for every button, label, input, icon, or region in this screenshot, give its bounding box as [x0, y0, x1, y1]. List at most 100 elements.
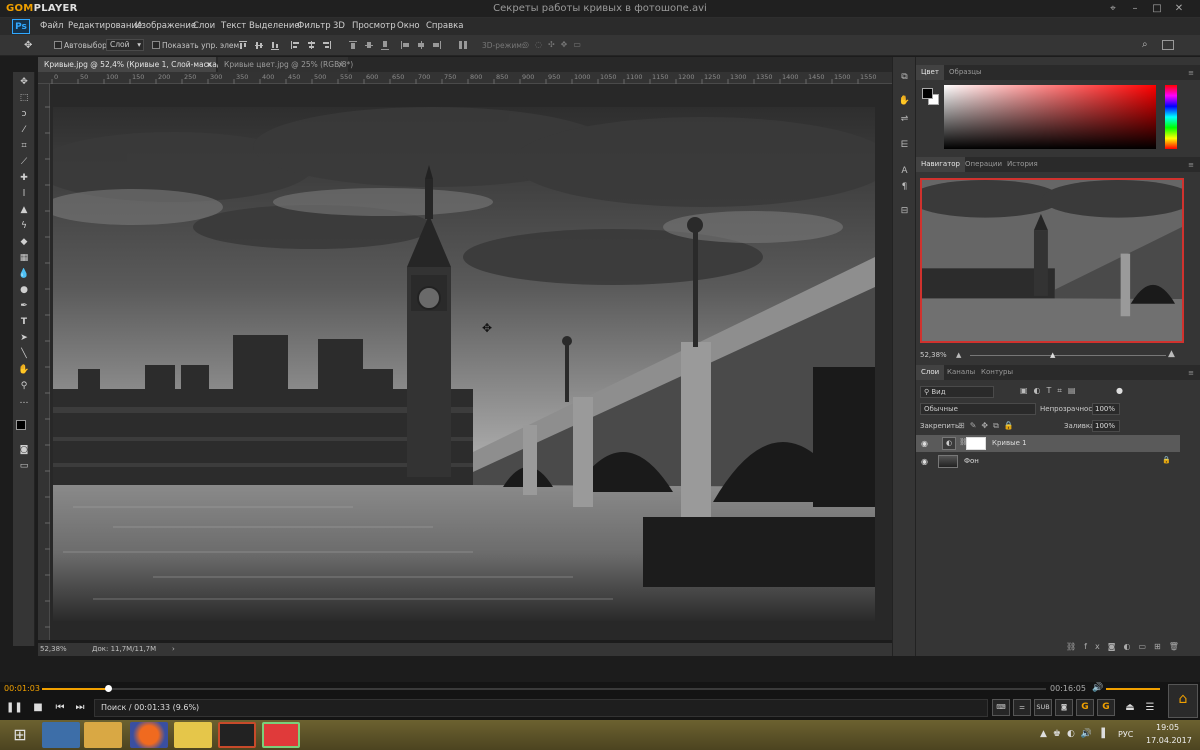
pin-icon[interactable]: ⌖ — [1104, 2, 1122, 16]
close-icon[interactable]: ✕ — [1170, 2, 1188, 16]
3d-mode-icons[interactable]: ◎◌✣✥▭ — [522, 40, 596, 51]
subtitle-icon[interactable]: ⌨ — [992, 699, 1010, 716]
marquee-tool-icon[interactable]: ⬚ — [17, 91, 31, 105]
paragraph-panel-icon[interactable]: ¶ — [898, 181, 911, 194]
zoom-tool-icon[interactable]: ⚲ — [17, 379, 31, 393]
adjustments-panel-icon[interactable]: ⇌ — [898, 113, 911, 126]
clock-time[interactable]: 19:05 — [1156, 723, 1179, 732]
windows-start-icon[interactable]: ⊞ — [8, 724, 32, 746]
gom-g-button[interactable]: G — [1076, 699, 1094, 716]
subtitles-button[interactable]: SUB — [1034, 699, 1052, 716]
more-tools-icon[interactable]: … — [17, 394, 31, 408]
tab-channels[interactable]: Каналы — [942, 365, 980, 380]
line-tool-icon[interactable]: ╲ — [17, 347, 31, 361]
pen-tool-icon[interactable]: ✒ — [17, 299, 31, 313]
layer-row-curves[interactable]: ◉ ◐ ⛓ Кривые 1 — [916, 435, 1180, 452]
align-top-icon[interactable] — [238, 40, 248, 50]
distribute-hcenter-icon[interactable] — [416, 40, 426, 50]
gom-app-icon[interactable] — [174, 722, 212, 748]
navigator-preview[interactable] — [920, 178, 1184, 343]
clock-date[interactable]: 17.04.2017 — [1146, 736, 1192, 745]
gomlab-home-icon[interactable]: ⌂ — [1168, 684, 1198, 718]
capture-icon[interactable]: ◙ — [1055, 699, 1073, 716]
eye-icon[interactable]: ◉ — [921, 457, 928, 466]
zoom-slider-thumb[interactable]: ▲ — [1050, 351, 1055, 359]
explorer-app-icon[interactable] — [84, 722, 122, 748]
workspace-icon[interactable] — [1162, 40, 1174, 50]
eyedropper-tool-icon[interactable]: ⟋ — [17, 155, 31, 169]
tab-actions[interactable]: Операции — [960, 157, 1007, 172]
properties-panel-icon[interactable]: ⊟ — [898, 205, 911, 218]
menu-type[interactable]: Текст — [221, 21, 246, 31]
autoselect-checkbox[interactable] — [54, 41, 62, 49]
brush-tool-icon[interactable]: ⅼ — [17, 187, 31, 201]
layer-filter-icons[interactable]: ▣◐T⌗▤ — [1020, 386, 1082, 396]
layers-footer-icons[interactable]: ⛓fx◙◐▭⊞🗑 — [1066, 642, 1187, 651]
zoom-in-icon[interactable]: ▲ — [1168, 349, 1175, 359]
blur-tool-icon[interactable]: 💧 — [17, 267, 31, 281]
foreground-color-swatch[interactable] — [922, 88, 933, 99]
foreground-color-swatch[interactable] — [16, 420, 26, 430]
brush-panel-icon[interactable]: ⋿ — [898, 139, 911, 152]
align-vcenter-icon[interactable] — [254, 40, 264, 50]
panel-menu-icon[interactable]: ≡ — [1188, 369, 1194, 377]
show-controls-checkbox[interactable] — [152, 41, 160, 49]
move-tool-icon[interactable]: ✥ — [17, 75, 31, 89]
layer-name[interactable]: Кривые 1 — [992, 439, 1027, 447]
menu-layers[interactable]: Слои — [193, 21, 215, 31]
menu-help[interactable]: Справка — [426, 21, 463, 31]
equalizer-icon[interactable]: ⚌ — [1013, 699, 1031, 716]
previous-icon[interactable]: ⏮ — [52, 700, 68, 716]
next-icon[interactable]: ⏭ — [72, 700, 88, 716]
seek-thumb[interactable] — [105, 685, 113, 692]
firefox-app-icon[interactable] — [130, 722, 168, 748]
tab-color[interactable]: Цвет — [916, 65, 944, 80]
menu-filter[interactable]: Фильтр — [297, 21, 331, 31]
history-brush-tool-icon[interactable]: ϟ — [17, 219, 31, 233]
panel-menu-icon[interactable]: ≡ — [1188, 161, 1194, 169]
gom-g-button-2[interactable]: G — [1097, 699, 1115, 716]
tab-paths[interactable]: Контуры — [976, 365, 1018, 380]
distribute-left-icon[interactable] — [400, 40, 410, 50]
menu-3d[interactable]: 3D — [333, 21, 345, 31]
path-select-tool-icon[interactable]: ➤ — [17, 331, 31, 345]
tab-history[interactable]: История — [1002, 157, 1043, 172]
menu-icon[interactable]: ☰ — [1142, 700, 1158, 716]
document-image[interactable] — [53, 107, 875, 621]
menu-view[interactable]: Просмотр — [352, 21, 396, 31]
align-right-icon[interactable] — [322, 40, 332, 50]
minimize-icon[interactable]: – — [1126, 2, 1144, 16]
blend-mode-select[interactable]: Обычные — [920, 403, 1036, 415]
menu-image[interactable]: Изображение — [135, 21, 196, 31]
panel-menu-icon[interactable]: ≡ — [1188, 69, 1194, 77]
tab-curves-doc[interactable]: Кривые.jpg @ 52,4% (Кривые 1, Слой-маска… — [38, 57, 233, 72]
language-indicator[interactable]: РУС — [1118, 730, 1133, 739]
align-hcenter-icon[interactable] — [306, 40, 316, 50]
stop-icon[interactable]: ■ — [30, 700, 46, 716]
eraser-tool-icon[interactable]: ◆ — [17, 235, 31, 249]
filter-toggle-icon[interactable]: ● — [1116, 386, 1123, 395]
opacity-input[interactable]: 100% — [1092, 403, 1120, 415]
lock-icons[interactable]: ⊞✎✥⧉🔒 — [958, 421, 1019, 431]
auto-align-icon[interactable] — [458, 40, 468, 50]
menu-file[interactable]: Файл — [40, 21, 63, 31]
search-icon[interactable]: ⌕ — [1142, 39, 1154, 51]
navigator-zoom-value[interactable]: 52,38% — [920, 351, 947, 359]
layer-filter-select[interactable]: ⚲ Вид — [920, 386, 994, 398]
navigator-zoom-slider[interactable] — [970, 355, 1166, 356]
character-panel-icon[interactable]: A — [898, 165, 911, 178]
hand-tool-icon[interactable]: ✋ — [17, 363, 31, 377]
tab-layers[interactable]: Слои — [916, 365, 945, 380]
tab-swatches[interactable]: Образцы — [944, 65, 987, 80]
gradient-tool-icon[interactable]: ▦ — [17, 251, 31, 265]
history-panel-icon[interactable]: ⧉ — [898, 71, 911, 84]
pause-icon[interactable]: ❚❚ — [6, 700, 23, 716]
hue-slider[interactable] — [1165, 85, 1177, 149]
crop-tool-icon[interactable]: ⌗ — [17, 139, 31, 153]
align-bottom-icon[interactable] — [270, 40, 280, 50]
tab-navigator[interactable]: Навигатор — [916, 157, 965, 172]
layer-row-background[interactable]: ◉ Фон 🔒 — [916, 453, 1180, 470]
align-left-icon[interactable] — [290, 40, 300, 50]
layer-name[interactable]: Фон — [964, 457, 979, 465]
eye-icon[interactable]: ◉ — [921, 439, 928, 448]
